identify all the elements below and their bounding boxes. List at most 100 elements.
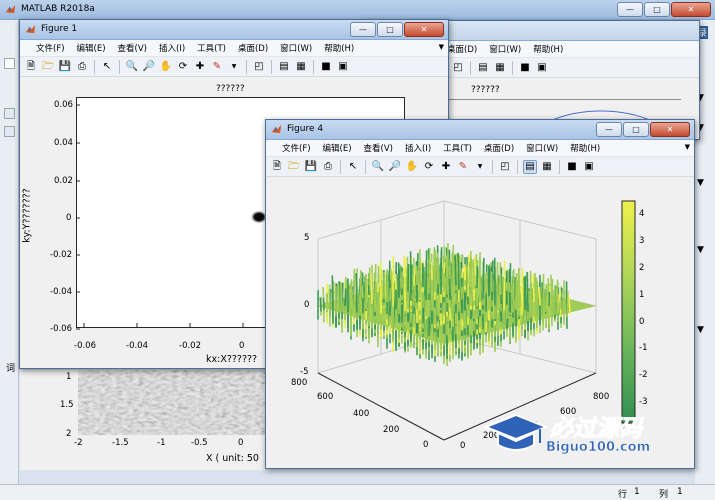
brush-icon[interactable]: ✎ xyxy=(456,160,470,174)
link-icon[interactable]: ◰ xyxy=(451,61,465,75)
colorbar[interactable] xyxy=(621,200,636,424)
new-figure-icon[interactable]: 🗎 xyxy=(24,60,38,74)
brush-dropdown-icon[interactable]: ▼ xyxy=(227,60,241,74)
surface-spike xyxy=(350,279,353,311)
surface-spike xyxy=(512,275,515,301)
figure-4-left-tick: 0 xyxy=(423,440,429,450)
figure-4-ztick: 5 xyxy=(304,233,310,243)
figure-4-left-tick: 400 xyxy=(353,409,370,419)
colorbar-icon[interactable]: ▦ xyxy=(294,60,308,74)
rotate-3d-icon[interactable]: ⟳ xyxy=(176,60,190,74)
surface-spike xyxy=(445,255,448,281)
menu-window[interactable]: 窗口(W) xyxy=(520,142,564,154)
new-figure-icon[interactable]: 🗎 xyxy=(270,160,284,174)
matlab-logo-icon xyxy=(5,4,16,14)
main-maximize-button[interactable]: □ xyxy=(644,2,670,17)
menu-window[interactable]: 窗口(W) xyxy=(483,43,527,55)
surface-spike xyxy=(340,283,343,313)
figure-1-maximize-button[interactable]: □ xyxy=(377,22,403,37)
menu-desktop[interactable]: 桌面(D) xyxy=(478,142,520,154)
print-icon[interactable]: ⎙ xyxy=(321,160,335,174)
main-title: MATLAB R2018a xyxy=(21,4,95,14)
open-file-icon[interactable]: 🗁 xyxy=(287,160,301,174)
figure-1-close-button[interactable]: ✕ xyxy=(404,22,444,37)
colorbar-icon[interactable]: ▦ xyxy=(540,160,554,174)
figure-4-left-tick: 600 xyxy=(317,392,334,402)
menu-insert[interactable]: 插入(I) xyxy=(399,142,437,154)
show-plot-tools-icon[interactable]: ▣ xyxy=(535,61,549,75)
figure-4-right-tick: 0 xyxy=(460,441,466,451)
menu-window[interactable]: 窗口(W) xyxy=(274,42,318,54)
left-panel-button[interactable] xyxy=(4,108,15,119)
hide-plot-tools-icon[interactable]: ■ xyxy=(518,61,532,75)
data-cursor-icon[interactable]: ✚ xyxy=(439,160,453,174)
brush-dropdown-icon[interactable]: ▼ xyxy=(473,160,487,174)
main-titlebar: MATLAB R2018a — □ ✕ xyxy=(0,0,715,20)
figure-4-minimize-button[interactable]: — xyxy=(596,122,622,137)
menu-view[interactable]: 查看(V) xyxy=(112,42,153,54)
figure-4-maximize-button[interactable]: □ xyxy=(623,122,649,137)
menu-edit[interactable]: 编辑(E) xyxy=(317,142,358,154)
menu-help[interactable]: 帮助(H) xyxy=(564,142,606,154)
menu-file[interactable]: 文件(F) xyxy=(30,42,71,54)
surface-spike xyxy=(322,297,325,310)
zoom-in-icon[interactable]: 🔍 xyxy=(125,60,139,74)
hide-plot-tools-icon[interactable]: ■ xyxy=(565,160,579,174)
menu-overflow-icon[interactable]: ▼ xyxy=(439,43,444,51)
menu-help[interactable]: 帮助(H) xyxy=(318,42,360,54)
rotate-3d-icon[interactable]: ⟳ xyxy=(422,160,436,174)
pan-hand-icon[interactable]: ✋ xyxy=(159,60,173,74)
menu-edit[interactable]: 编辑(E) xyxy=(71,42,112,54)
hide-plot-tools-icon[interactable]: ■ xyxy=(319,60,333,74)
main-minimize-button[interactable]: — xyxy=(617,2,643,17)
brush-icon[interactable]: ✎ xyxy=(210,60,224,74)
right-dropdown-icon[interactable]: ▼ xyxy=(697,325,704,335)
legend-icon[interactable]: ▤ xyxy=(277,60,291,74)
right-dropdown-icon[interactable]: ▼ xyxy=(697,178,704,188)
colorbar-icon[interactable]: ▦ xyxy=(493,61,507,75)
menu-file[interactable]: 文件(F) xyxy=(276,142,317,154)
menu-overflow-icon[interactable]: ▼ xyxy=(685,143,690,151)
figure-1-xtick: 0 xyxy=(239,341,245,351)
figure-4-right-tick: 800 xyxy=(593,392,610,402)
print-icon[interactable]: ⎙ xyxy=(75,60,89,74)
surface-spike xyxy=(482,257,485,299)
save-icon[interactable]: 💾 xyxy=(58,60,72,74)
figure-4-ztick: -5 xyxy=(300,367,309,377)
open-file-icon[interactable]: 🗁 xyxy=(41,60,55,74)
menu-tools[interactable]: 工具(T) xyxy=(437,142,478,154)
figure-4-close-button[interactable]: ✕ xyxy=(650,122,690,137)
figure-1-minimize-button[interactable]: — xyxy=(350,22,376,37)
menu-help[interactable]: 帮助(H) xyxy=(527,43,569,55)
zoom-in-icon[interactable]: 🔍 xyxy=(371,160,385,174)
zoom-out-icon[interactable]: 🔎 xyxy=(388,160,402,174)
menu-insert[interactable]: 插入(I) xyxy=(153,42,191,54)
colorbar-tick: 4 xyxy=(639,209,645,219)
figure-4-menubar: 文件(F) 编辑(E) 查看(V) 插入(I) 工具(T) 桌面(D) 窗口(W… xyxy=(266,140,694,157)
show-plot-tools-icon[interactable]: ▣ xyxy=(336,60,350,74)
select-arrow-icon[interactable]: ↖ xyxy=(346,160,360,174)
main-close-button[interactable]: ✕ xyxy=(671,2,711,17)
status-col-label: 列 xyxy=(659,490,669,500)
save-icon[interactable]: 💾 xyxy=(304,160,318,174)
menu-desktop[interactable]: 桌面(D) xyxy=(232,42,274,54)
menu-tools[interactable]: 工具(T) xyxy=(191,42,232,54)
link-icon[interactable]: ◰ xyxy=(498,160,512,174)
link-icon[interactable]: ◰ xyxy=(252,60,266,74)
show-plot-tools-icon[interactable]: ▣ xyxy=(582,160,596,174)
right-dropdown-icon[interactable]: ▼ xyxy=(697,245,704,255)
left-panel-button[interactable] xyxy=(4,58,15,69)
surface-spike xyxy=(319,297,322,312)
surface-spike xyxy=(457,252,460,290)
figure-1-xtick: -0.06 xyxy=(74,341,96,351)
menu-view[interactable]: 查看(V) xyxy=(358,142,399,154)
surface-spike xyxy=(334,290,337,310)
left-panel-button[interactable] xyxy=(4,126,15,137)
select-arrow-icon[interactable]: ↖ xyxy=(100,60,114,74)
zoom-out-icon[interactable]: 🔎 xyxy=(142,60,156,74)
legend-icon[interactable]: ▤ xyxy=(523,159,537,174)
behind-ytick: 2 xyxy=(66,429,72,439)
data-cursor-icon[interactable]: ✚ xyxy=(193,60,207,74)
legend-icon[interactable]: ▤ xyxy=(476,61,490,75)
pan-hand-icon[interactable]: ✋ xyxy=(405,160,419,174)
